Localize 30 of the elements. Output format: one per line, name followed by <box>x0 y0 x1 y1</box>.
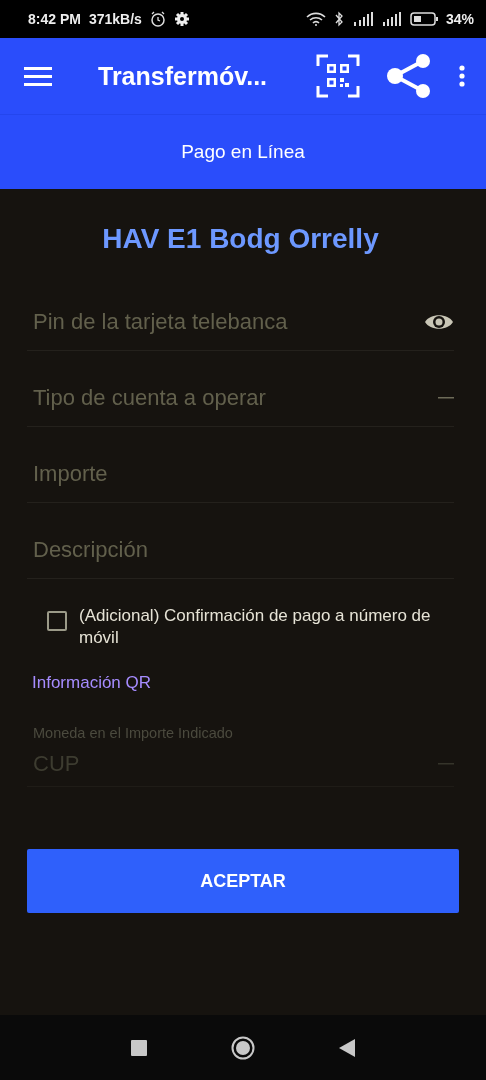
dropdown-field[interactable]: Tipo de cuenta a operar <box>27 351 454 427</box>
network-speed: 371kB/s <box>88 11 142 27</box>
checkbox[interactable] <box>47 611 67 631</box>
input-field[interactable]: Importe <box>27 427 454 503</box>
wifi-icon <box>305 12 326 26</box>
signal-icon <box>351 12 374 26</box>
section-title: Pago en Línea <box>181 141 305 163</box>
recents-icon[interactable] <box>131 1039 147 1056</box>
accept-button[interactable]: ACEPTAR <box>27 849 459 913</box>
alarm-icon <box>149 11 166 27</box>
qr-code-icon[interactable] <box>316 54 360 98</box>
input-field[interactable]: Descripción <box>27 503 454 579</box>
input-field[interactable]: Pin de la tarjeta telebanca <box>27 275 454 351</box>
share-icon[interactable] <box>386 53 432 99</box>
back-icon[interactable] <box>339 1038 355 1057</box>
menu-icon[interactable] <box>24 65 52 87</box>
home-icon[interactable] <box>231 1035 255 1060</box>
app-title: Transfermóv... <box>98 61 269 91</box>
battery-icon <box>409 12 438 26</box>
battery-percent: 34% <box>445 11 474 27</box>
more-options-icon[interactable] <box>458 64 466 88</box>
dash-icon <box>438 762 454 765</box>
settings-icon <box>173 11 190 27</box>
bluetooth-icon <box>333 11 344 27</box>
checkbox-label: (Adicional) Confirmación de pago a número de móvil <box>79 605 432 649</box>
account-heading: HAV E1 Bodg Orrelly <box>101 223 380 255</box>
clock-time: 8:42 PM <box>28 11 81 27</box>
dash-icon <box>438 396 454 399</box>
signal-icon <box>381 12 402 26</box>
qr-info-link[interactable]: Información QR <box>32 673 152 693</box>
